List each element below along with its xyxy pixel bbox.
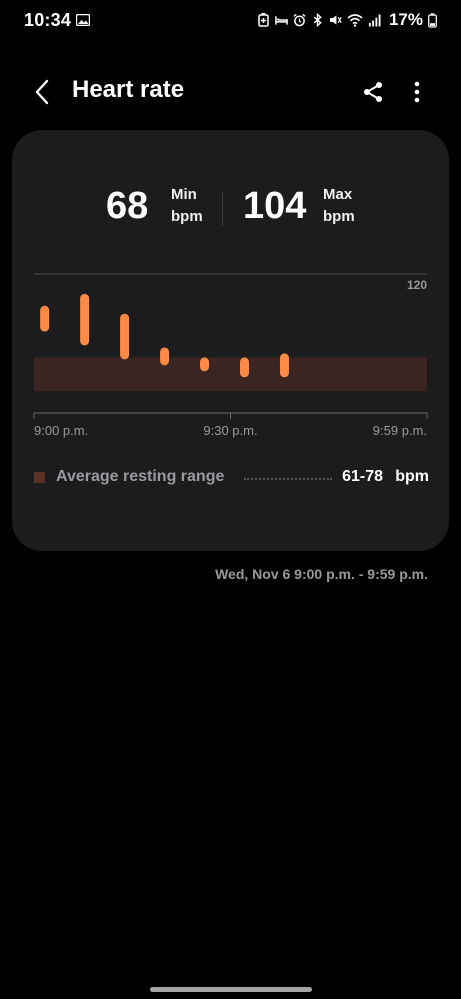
legend-label: Average resting range — [56, 468, 225, 485]
heart-rate-bar — [279, 353, 289, 378]
more-vert-icon[interactable] — [408, 80, 426, 104]
wifi-icon — [347, 14, 363, 27]
gesture-nav-bar[interactable] — [150, 987, 312, 992]
heart-rate-bar — [80, 293, 90, 346]
signal-icon — [368, 14, 381, 27]
legend-leader-dots — [244, 478, 332, 480]
back-arrow-icon[interactable] — [30, 78, 56, 106]
battery-icon — [428, 12, 437, 28]
sleep-icon — [275, 16, 288, 25]
app-header: Heart rate — [0, 70, 461, 116]
status-icons: 17% — [257, 10, 437, 30]
mute-icon — [329, 15, 342, 25]
x-tick-label: 9:30 p.m. — [203, 423, 257, 438]
battery-percent: 17% — [388, 10, 423, 29]
heart-rate-bar — [160, 347, 170, 366]
heart-rate-bar — [239, 357, 249, 378]
legend-range-unit: bpm — [395, 468, 429, 485]
resting-range-band — [34, 357, 427, 392]
status-bar: 10:34 17% — [0, 0, 461, 42]
share-icon[interactable] — [361, 80, 385, 104]
heart-rate-bar — [200, 357, 210, 372]
x-tick-label: 9:59 p.m. — [373, 423, 427, 438]
x-tick-label: 9:00 p.m. — [34, 423, 88, 438]
date-range: Wed, Nov 6 9:00 p.m. - 9:59 p.m. — [215, 566, 428, 582]
legend-range-value: 61-78 — [342, 468, 383, 485]
legend: Average resting range 61-78 bpm — [34, 468, 429, 488]
y-max-label: 120 — [407, 278, 427, 292]
heart-rate-chart: 120 9:00 p.m. 9:30 p.m. 9:59 p.m. — [33, 273, 428, 438]
battery-saver-icon — [258, 13, 269, 27]
page-title: Heart rate — [72, 76, 185, 103]
alarm-icon — [293, 13, 306, 27]
status-time: 10:34 — [24, 10, 72, 30]
photo-icon — [76, 14, 90, 26]
heart-rate-card: 68 Min bpm 104 Max bpm 120 9:00 p.m. 9:30… — [12, 130, 449, 551]
legend-swatch — [34, 472, 45, 483]
heart-rate-bar — [40, 305, 50, 332]
bluetooth-icon — [313, 13, 322, 27]
x-axis-ticks: 9:00 p.m. 9:30 p.m. 9:59 p.m. — [33, 413, 428, 438]
heart-rate-bar — [120, 313, 130, 360]
